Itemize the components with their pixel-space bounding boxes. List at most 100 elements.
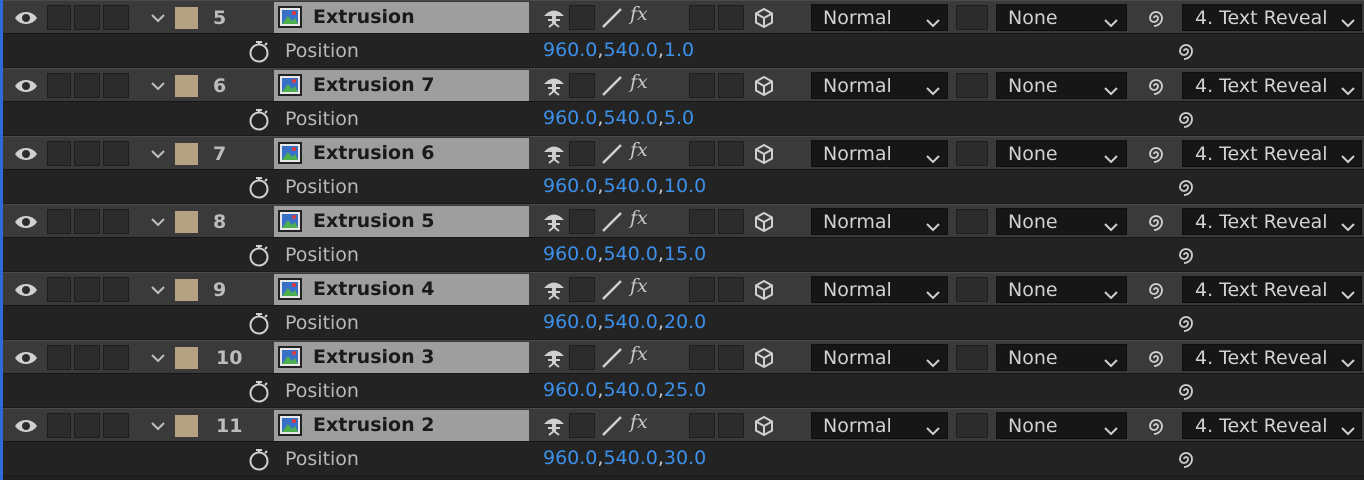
stopwatch-icon[interactable] [247, 243, 271, 267]
layer-row[interactable]: 6 Extrusion 7 fx Normal None 4. Text Rev… [3, 68, 1364, 102]
parent-dropdown[interactable]: 4. Text Reveal [1182, 412, 1362, 439]
lock-toggle[interactable] [103, 5, 129, 30]
layer-name-field[interactable]: Extrusion 3 [274, 342, 529, 373]
label-color-swatch[interactable] [175, 75, 198, 97]
position-z-value[interactable]: 10.0 [664, 175, 706, 197]
slash-icon[interactable] [600, 279, 624, 301]
puppet-icon[interactable] [542, 211, 566, 233]
solo-toggle[interactable] [74, 73, 100, 98]
frame-blend-toggle[interactable] [689, 5, 715, 30]
blend-mode-dropdown[interactable]: Normal [811, 276, 948, 303]
position-y-value[interactable]: 540.0 [603, 107, 657, 129]
cube-icon[interactable] [753, 143, 775, 165]
collapse-toggle[interactable] [569, 73, 595, 98]
preserve-transparency-toggle[interactable] [956, 277, 988, 302]
position-y-value[interactable]: 540.0 [603, 175, 657, 197]
chevron-down-icon[interactable] [150, 353, 166, 363]
eye-icon[interactable] [13, 281, 39, 299]
motion-blur-toggle[interactable] [718, 73, 744, 98]
collapse-toggle[interactable] [569, 413, 595, 438]
position-x-value[interactable]: 960.0 [543, 379, 597, 401]
cube-icon[interactable] [753, 347, 775, 369]
solo-toggle[interactable] [74, 277, 100, 302]
audio-toggle[interactable] [47, 413, 71, 438]
parent-dropdown[interactable]: 4. Text Reveal [1182, 4, 1362, 31]
eye-icon[interactable] [13, 213, 39, 231]
label-color-swatch[interactable] [175, 415, 198, 437]
puppet-icon[interactable] [542, 7, 566, 29]
parent-dropdown[interactable]: 4. Text Reveal [1182, 208, 1362, 235]
solo-toggle[interactable] [74, 141, 100, 166]
preserve-transparency-toggle[interactable] [956, 413, 988, 438]
frame-blend-toggle[interactable] [689, 141, 715, 166]
chevron-down-icon[interactable] [150, 217, 166, 227]
slash-icon[interactable] [600, 143, 624, 165]
cube-icon[interactable] [753, 279, 775, 301]
slash-icon[interactable] [600, 211, 624, 233]
motion-blur-toggle[interactable] [718, 413, 744, 438]
position-z-value[interactable]: 15.0 [664, 243, 706, 265]
blend-mode-dropdown[interactable]: Normal [811, 140, 948, 167]
position-z-value[interactable]: 5.0 [664, 107, 694, 129]
cube-icon[interactable] [753, 211, 775, 233]
collapse-toggle[interactable] [569, 141, 595, 166]
motion-blur-toggle[interactable] [718, 5, 744, 30]
track-matte-dropdown[interactable]: None [996, 140, 1127, 167]
layer-row[interactable]: 9 Extrusion 4 fx Normal None 4. Text Rev… [3, 272, 1364, 306]
layer-name-field[interactable]: Extrusion [274, 2, 529, 33]
spiral-icon[interactable] [1144, 142, 1168, 166]
spiral-icon[interactable] [1174, 311, 1198, 335]
layer-name-field[interactable]: Extrusion 7 [274, 70, 529, 101]
layer-name-field[interactable]: Extrusion 4 [274, 274, 529, 305]
spiral-icon[interactable] [1144, 210, 1168, 234]
track-matte-dropdown[interactable]: None [996, 344, 1127, 371]
fx-icon[interactable]: fx [630, 3, 648, 25]
blend-mode-dropdown[interactable]: Normal [811, 208, 948, 235]
audio-toggle[interactable] [47, 5, 71, 30]
position-x-value[interactable]: 960.0 [543, 311, 597, 333]
position-y-value[interactable]: 540.0 [603, 447, 657, 469]
layer-row[interactable]: 11 Extrusion 2 fx Normal None 4. Text Re… [3, 408, 1364, 442]
fx-icon[interactable]: fx [630, 71, 648, 93]
stopwatch-icon[interactable] [247, 379, 271, 403]
chevron-down-icon[interactable] [150, 421, 166, 431]
chevron-down-icon[interactable] [150, 285, 166, 295]
track-matte-dropdown[interactable]: None [996, 4, 1127, 31]
preserve-transparency-toggle[interactable] [956, 73, 988, 98]
puppet-icon[interactable] [542, 143, 566, 165]
motion-blur-toggle[interactable] [718, 277, 744, 302]
layer-row[interactable]: 8 Extrusion 5 fx Normal None 4. Text Rev… [3, 204, 1364, 238]
position-y-value[interactable]: 540.0 [603, 379, 657, 401]
stopwatch-icon[interactable] [247, 107, 271, 131]
parent-dropdown[interactable]: 4. Text Reveal [1182, 344, 1362, 371]
fx-icon[interactable]: fx [630, 411, 648, 433]
slash-icon[interactable] [600, 347, 624, 369]
spiral-icon[interactable] [1174, 447, 1198, 471]
solo-toggle[interactable] [74, 345, 100, 370]
lock-toggle[interactable] [103, 209, 129, 234]
eye-icon[interactable] [13, 417, 39, 435]
audio-toggle[interactable] [47, 141, 71, 166]
cube-icon[interactable] [753, 75, 775, 97]
collapse-toggle[interactable] [569, 345, 595, 370]
position-x-value[interactable]: 960.0 [543, 243, 597, 265]
position-z-value[interactable]: 25.0 [664, 379, 706, 401]
position-z-value[interactable]: 30.0 [664, 447, 706, 469]
layer-row[interactable]: 5 Extrusion fx Normal None 4. Text Revea… [3, 0, 1364, 34]
fx-icon[interactable]: fx [630, 207, 648, 229]
lock-toggle[interactable] [103, 141, 129, 166]
collapse-toggle[interactable] [569, 209, 595, 234]
layer-name-field[interactable]: Extrusion 5 [274, 206, 529, 237]
lock-toggle[interactable] [103, 345, 129, 370]
preserve-transparency-toggle[interactable] [956, 141, 988, 166]
preserve-transparency-toggle[interactable] [956, 209, 988, 234]
puppet-icon[interactable] [542, 347, 566, 369]
layer-row[interactable]: 10 Extrusion 3 fx Normal None 4. Text Re… [3, 340, 1364, 374]
chevron-down-icon[interactable] [150, 149, 166, 159]
spiral-icon[interactable] [1174, 379, 1198, 403]
spiral-icon[interactable] [1144, 414, 1168, 438]
label-color-swatch[interactable] [175, 279, 198, 301]
motion-blur-toggle[interactable] [718, 345, 744, 370]
spiral-icon[interactable] [1174, 243, 1198, 267]
frame-blend-toggle[interactable] [689, 345, 715, 370]
